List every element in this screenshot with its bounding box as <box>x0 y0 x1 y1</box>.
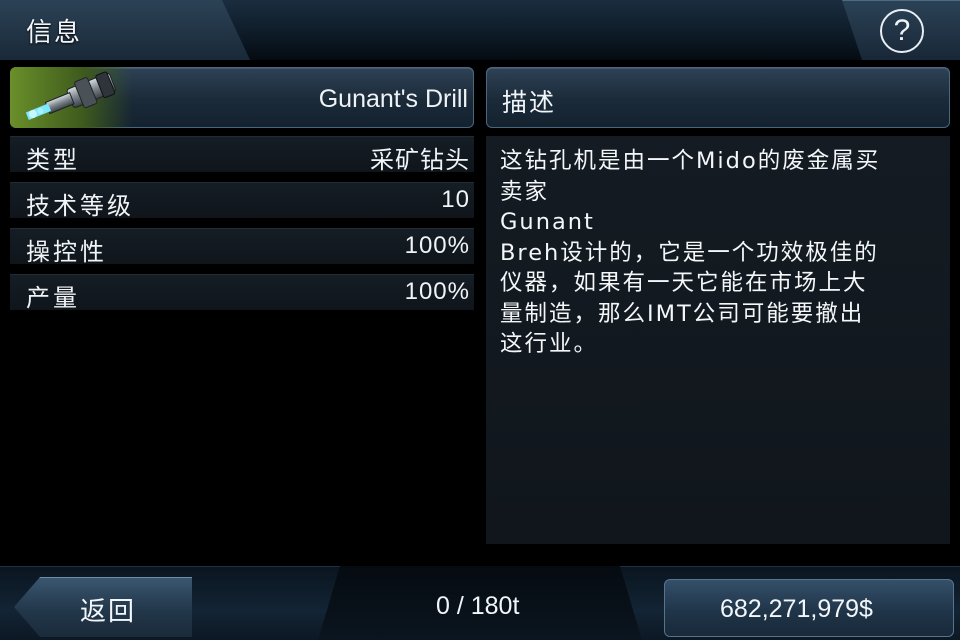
stat-row-yield: 产量 100% <box>10 274 474 312</box>
page-title: 信息 <box>26 18 83 48</box>
stat-value: 100% <box>404 232 470 259</box>
item-thumbnail <box>10 67 132 128</box>
item-name: Gunant's Drill <box>318 85 468 113</box>
credits-label[interactable]: 682,271,979$ <box>720 595 873 624</box>
stat-value: 采矿钻头 <box>370 147 470 174</box>
stat-label: 类型 <box>26 146 80 174</box>
stat-label: 产量 <box>26 284 80 312</box>
stat-row-type: 类型 采矿钻头 <box>10 136 474 174</box>
cargo-capacity: 0 / 180t <box>436 592 520 620</box>
description-text: 这钻孔机是由一个Mido的废金属买 卖家 Gunant Breh设计的，它是一个… <box>500 148 881 357</box>
stat-value: 10 <box>441 186 470 213</box>
back-button-label[interactable]: 返回 <box>80 591 136 628</box>
stat-row-handling: 操控性 100% <box>10 228 474 266</box>
description-title: 描述 <box>502 88 557 117</box>
drill-icon <box>25 71 116 120</box>
stat-label: 技术等级 <box>26 192 134 220</box>
stat-label: 操控性 <box>26 238 107 266</box>
stat-value: 100% <box>404 278 470 305</box>
stat-row-tech-level: 技术等级 10 <box>10 182 474 220</box>
help-button[interactable]: ? <box>880 9 924 53</box>
